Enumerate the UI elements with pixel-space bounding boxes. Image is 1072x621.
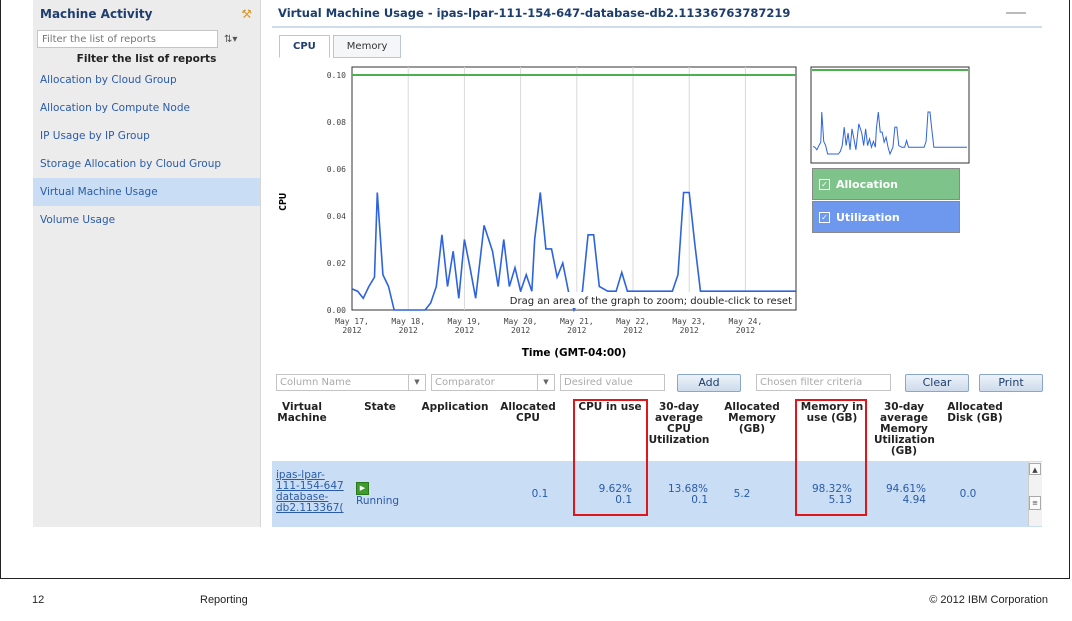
chosen-criteria-field[interactable]: Chosen filter criteria xyxy=(756,374,891,391)
y-axis-label: CPU xyxy=(278,193,289,211)
column-header[interactable]: Virtual Machine xyxy=(272,402,332,424)
comparator-placeholder: Comparator xyxy=(435,377,495,388)
sidebar-item[interactable]: Virtual Machine Usage xyxy=(33,178,260,206)
alloc-disk-cell: 0.0 xyxy=(959,488,977,500)
footer-section: Reporting xyxy=(200,594,248,606)
x-tick-label: May 20, xyxy=(504,317,538,326)
x-tick-label: 2012 xyxy=(567,326,586,335)
alloc-cpu-cell: 0.1 xyxy=(531,488,549,500)
table-scrollbar[interactable]: ▲ ≡ xyxy=(1028,462,1042,526)
tab-memory[interactable]: Memory xyxy=(332,35,402,58)
highlight-memory-in-use xyxy=(795,399,867,516)
x-tick-label: May 21, xyxy=(560,317,594,326)
report-filter-input[interactable] xyxy=(37,30,218,48)
sidebar-title: Machine Activity xyxy=(40,6,153,21)
sidebar-item[interactable]: Allocation by Compute Node xyxy=(33,94,260,122)
sidebar: Machine Activity ⚒ ⇅▾ Filter the list of… xyxy=(33,0,261,527)
panel-title: Virtual Machine Usage - ipas-lpar-111-15… xyxy=(278,6,791,20)
column-header[interactable]: State xyxy=(356,402,404,413)
checkbox-icon[interactable]: ✓ xyxy=(819,178,830,190)
avg-mem-cell: 94.61% 4.94 xyxy=(885,483,926,506)
x-tick-label: 2012 xyxy=(342,326,361,335)
tab-cpu[interactable]: CPU xyxy=(279,35,330,58)
filter-bar: Column Name ▼ Comparator ▼ Desired value A… xyxy=(272,374,1043,392)
x-tick-label: 2012 xyxy=(511,326,530,335)
vm-link[interactable]: ipas-lpar- 111-154-647 database- db2.113… xyxy=(276,470,344,514)
scroll-up-icon[interactable]: ▲ xyxy=(1029,463,1041,475)
column-header[interactable]: 30-day average Memory Utilization (GB) xyxy=(874,402,935,457)
x-tick-label: May 18, xyxy=(391,317,425,326)
clear-button[interactable]: Clear xyxy=(905,374,969,392)
sidebar-item[interactable]: IP Usage by IP Group xyxy=(33,122,260,150)
comparator-select[interactable]: Comparator ▼ xyxy=(431,374,555,391)
page-number: 12 xyxy=(32,594,45,606)
table-row[interactable]: ipas-lpar- 111-154-647 database- db2.113… xyxy=(272,461,1042,527)
overview-chart[interactable] xyxy=(810,66,970,164)
main-panel: Virtual Machine Usage - ipas-lpar-111-15… xyxy=(272,0,1043,527)
column-header[interactable]: Allocated Disk (GB) xyxy=(944,402,1006,424)
column-header[interactable]: 30-day average CPU Utilization xyxy=(648,402,710,446)
filter-label: Filter the list of reports xyxy=(76,53,217,65)
x-tick-label: 2012 xyxy=(680,326,699,335)
minimize-icon[interactable] xyxy=(1006,12,1026,14)
y-tick-label: 0.04 xyxy=(327,212,346,221)
sidebar-item[interactable]: Storage Allocation by Cloud Group xyxy=(33,150,260,178)
legend-utilization[interactable]: ✓ Utilization xyxy=(812,201,960,233)
x-tick-label: 2012 xyxy=(623,326,642,335)
legend-utilization-label: Utilization xyxy=(836,210,900,224)
x-tick-label: May 19, xyxy=(448,317,482,326)
desired-value-input[interactable]: Desired value xyxy=(560,374,665,391)
avg-cpu-cell: 13.68% 0.1 xyxy=(667,483,708,506)
print-button[interactable]: Print xyxy=(979,374,1043,392)
sidebar-header: Machine Activity ⚒ xyxy=(33,0,260,27)
report-list: Allocation by Cloud Group Allocation by C… xyxy=(33,66,260,234)
y-tick-label: 0.00 xyxy=(327,306,346,315)
state-cell: Running xyxy=(356,495,400,507)
checkbox-icon[interactable]: ✓ xyxy=(819,211,830,223)
zoom-hint: Drag an area of the graph to zoom; doubl… xyxy=(510,296,792,307)
scroll-thumb[interactable]: ≡ xyxy=(1029,496,1041,510)
report-filter: ⇅▾ xyxy=(37,30,256,48)
x-tick-label: May 24, xyxy=(729,317,763,326)
sort-icon[interactable]: ⇅▾ xyxy=(224,34,237,45)
add-button[interactable]: Add xyxy=(677,374,741,392)
column-header[interactable]: Allocated CPU xyxy=(500,402,556,424)
x-tick-label: May 22, xyxy=(616,317,650,326)
column-header[interactable]: Application xyxy=(420,402,490,413)
y-tick-label: 0.02 xyxy=(327,259,346,268)
panel-header: Virtual Machine Usage - ipas-lpar-111-15… xyxy=(272,0,1042,28)
legend-allocation-label: Allocation xyxy=(836,177,898,191)
refresh-icon[interactable]: ⚒ xyxy=(241,7,252,21)
alloc-mem-cell: 5.2 xyxy=(733,488,751,500)
sidebar-item[interactable]: Allocation by Cloud Group xyxy=(33,66,260,94)
y-tick-label: 0.10 xyxy=(327,71,346,80)
footer-copyright: © 2012 IBM Corporation xyxy=(929,594,1048,606)
x-tick-label: May 23, xyxy=(672,317,706,326)
x-tick-label: 2012 xyxy=(455,326,474,335)
x-axis-label: Time (GMT-04:00) xyxy=(522,347,627,359)
x-tick-label: 2012 xyxy=(399,326,418,335)
column-header[interactable]: Allocated Memory (GB) xyxy=(724,402,780,435)
legend-allocation[interactable]: ✓ Allocation xyxy=(812,168,960,200)
highlight-cpu-in-use xyxy=(573,399,648,516)
sidebar-item[interactable]: Volume Usage xyxy=(33,206,260,234)
y-tick-label: 0.08 xyxy=(327,118,346,127)
dropdown-arrow-icon: ▼ xyxy=(537,375,554,390)
column-name-select[interactable]: Column Name ▼ xyxy=(276,374,426,391)
tab-bar: CPU Memory xyxy=(279,35,404,58)
x-tick-label: May 17, xyxy=(335,317,369,326)
dropdown-arrow-icon: ▼ xyxy=(408,375,425,390)
x-tick-label: 2012 xyxy=(736,326,755,335)
column-name-placeholder: Column Name xyxy=(280,377,351,388)
running-icon: ▶ xyxy=(356,482,369,495)
y-tick-label: 0.06 xyxy=(327,165,346,174)
